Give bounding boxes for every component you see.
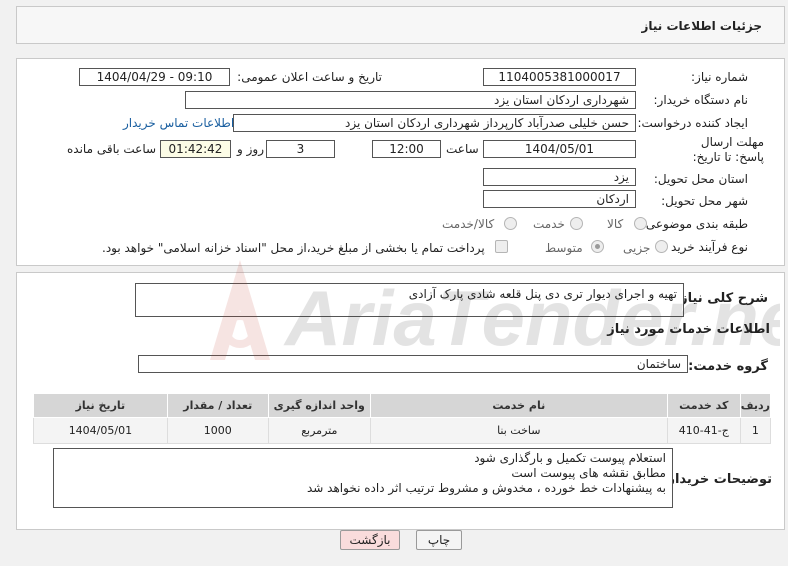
process-radio-medium[interactable] xyxy=(591,240,604,253)
column-service-name: نام خدمت xyxy=(369,393,668,418)
page-header: جزئیات اطلاعات نیاز xyxy=(16,6,785,44)
creator-field: حسن خلیلی صدرآباد کارپرداز شهرداری اردکا… xyxy=(233,114,636,132)
category-option-kala: کالا xyxy=(607,217,624,231)
services-section-title: اطلاعات خدمات مورد نیاز xyxy=(607,322,770,337)
cell-service-code: ج-41-410 xyxy=(666,417,741,444)
need-info-panel xyxy=(16,58,785,266)
category-option-kala-khedmat: کالا/خدمت xyxy=(442,217,495,231)
column-need-date: تاریخ نیاز xyxy=(33,393,168,418)
days-label: روز و xyxy=(237,142,264,156)
buyer-notes-textarea[interactable]: استعلام پیوست تکمیل و بارگذاری شود مطابق… xyxy=(53,448,673,508)
process-type-label: نوع فرآیند خرید : xyxy=(663,240,748,254)
buyer-notes-label: توضیحات خریدار: xyxy=(662,472,772,487)
buyer-org-field: شهرداری اردکان استان یزد xyxy=(185,91,636,109)
cell-unit: مترمربع xyxy=(267,417,371,444)
process-option-medium: متوسط xyxy=(545,241,583,255)
buyer-notes-line: استعلام پیوست تکمیل و بارگذاری شود xyxy=(474,451,666,465)
service-group-field: ساختمان xyxy=(138,355,688,373)
print-button[interactable]: چاپ xyxy=(416,530,462,550)
deadline-time-label: ساعت xyxy=(446,142,479,156)
column-row-number: ردیف xyxy=(739,393,772,418)
city-label: شهر محل تحویل: xyxy=(661,194,748,208)
summary-textarea[interactable]: تهیه و اجرای دیوار تری دی پنل قلعه شادی … xyxy=(135,283,684,317)
city-field: اردکان xyxy=(483,190,636,208)
cell-quantity: 1000 xyxy=(166,417,269,444)
services-table-header: ردیف کد خدمت نام خدمت واحد اندازه گیری ت… xyxy=(33,393,772,418)
need-number-field: 1104005381000017 xyxy=(483,68,636,86)
summary-label: شرح کلی نیاز: xyxy=(674,291,768,306)
need-number-label: شماره نیاز: xyxy=(691,70,748,84)
treasury-payment-note: پرداخت تمام یا بخشی از مبلغ خرید،از محل … xyxy=(102,241,485,255)
category-label: طبقه بندی موضوعی: xyxy=(641,217,748,231)
treasury-payment-checkbox[interactable] xyxy=(495,240,508,253)
back-button[interactable]: بازگشت xyxy=(340,530,400,550)
province-label: استان محل تحویل: xyxy=(653,172,748,186)
announce-datetime-field: 1404/04/29 - 09:10 xyxy=(79,68,230,86)
category-radio-kala[interactable] xyxy=(634,217,647,230)
category-radio-khedmat[interactable] xyxy=(570,217,583,230)
cell-service-name: ساخت بنا xyxy=(369,417,668,444)
page-title: جزئیات اطلاعات نیاز xyxy=(641,19,762,33)
column-unit: واحد اندازه گیری xyxy=(267,393,371,418)
deadline-label: مهلت ارسال پاسخ: تا تاریخ: xyxy=(692,135,764,164)
buyer-org-label: نام دستگاه خریدار: xyxy=(653,93,749,107)
process-option-minor: جزیی xyxy=(623,241,651,255)
deadline-date-field: 1404/05/01 xyxy=(483,140,636,158)
buyer-contact-link[interactable]: اطلاعات تماس خریدار xyxy=(123,116,234,130)
category-radio-kala-khedmat[interactable] xyxy=(504,217,517,230)
days-remaining-field: 3 xyxy=(266,140,335,158)
buyer-notes-line: مطابق نقشه های پیوست است xyxy=(511,466,666,480)
announce-datetime-label: تاریخ و ساعت اعلان عمومی: xyxy=(237,70,382,84)
buyer-notes-line: به پیشنهادات خط خورده ، مخدوش و مشروط تر… xyxy=(307,481,666,495)
service-group-label: گروه خدمت: xyxy=(688,359,768,374)
creator-label: ایجاد کننده درخواست: xyxy=(637,116,748,130)
cell-row-number: 1 xyxy=(739,417,772,444)
cell-need-date: 1404/05/01 xyxy=(33,417,168,444)
column-quantity: تعداد / مقدار xyxy=(166,393,269,418)
process-radio-minor[interactable] xyxy=(655,240,668,253)
remaining-time-field: 01:42:42 xyxy=(160,140,231,158)
column-service-code: کد خدمت xyxy=(666,393,741,418)
category-option-khedmat: خدمت xyxy=(533,217,565,231)
table-row: 1 ج-41-410 ساخت بنا مترمربع 1000 1404/05… xyxy=(33,417,772,444)
deadline-time-field: 12:00 xyxy=(372,140,441,158)
remaining-time-label: ساعت باقی مانده xyxy=(67,142,157,156)
services-table: ردیف کد خدمت نام خدمت واحد اندازه گیری ت… xyxy=(33,393,772,444)
province-field: یزد xyxy=(483,168,636,186)
